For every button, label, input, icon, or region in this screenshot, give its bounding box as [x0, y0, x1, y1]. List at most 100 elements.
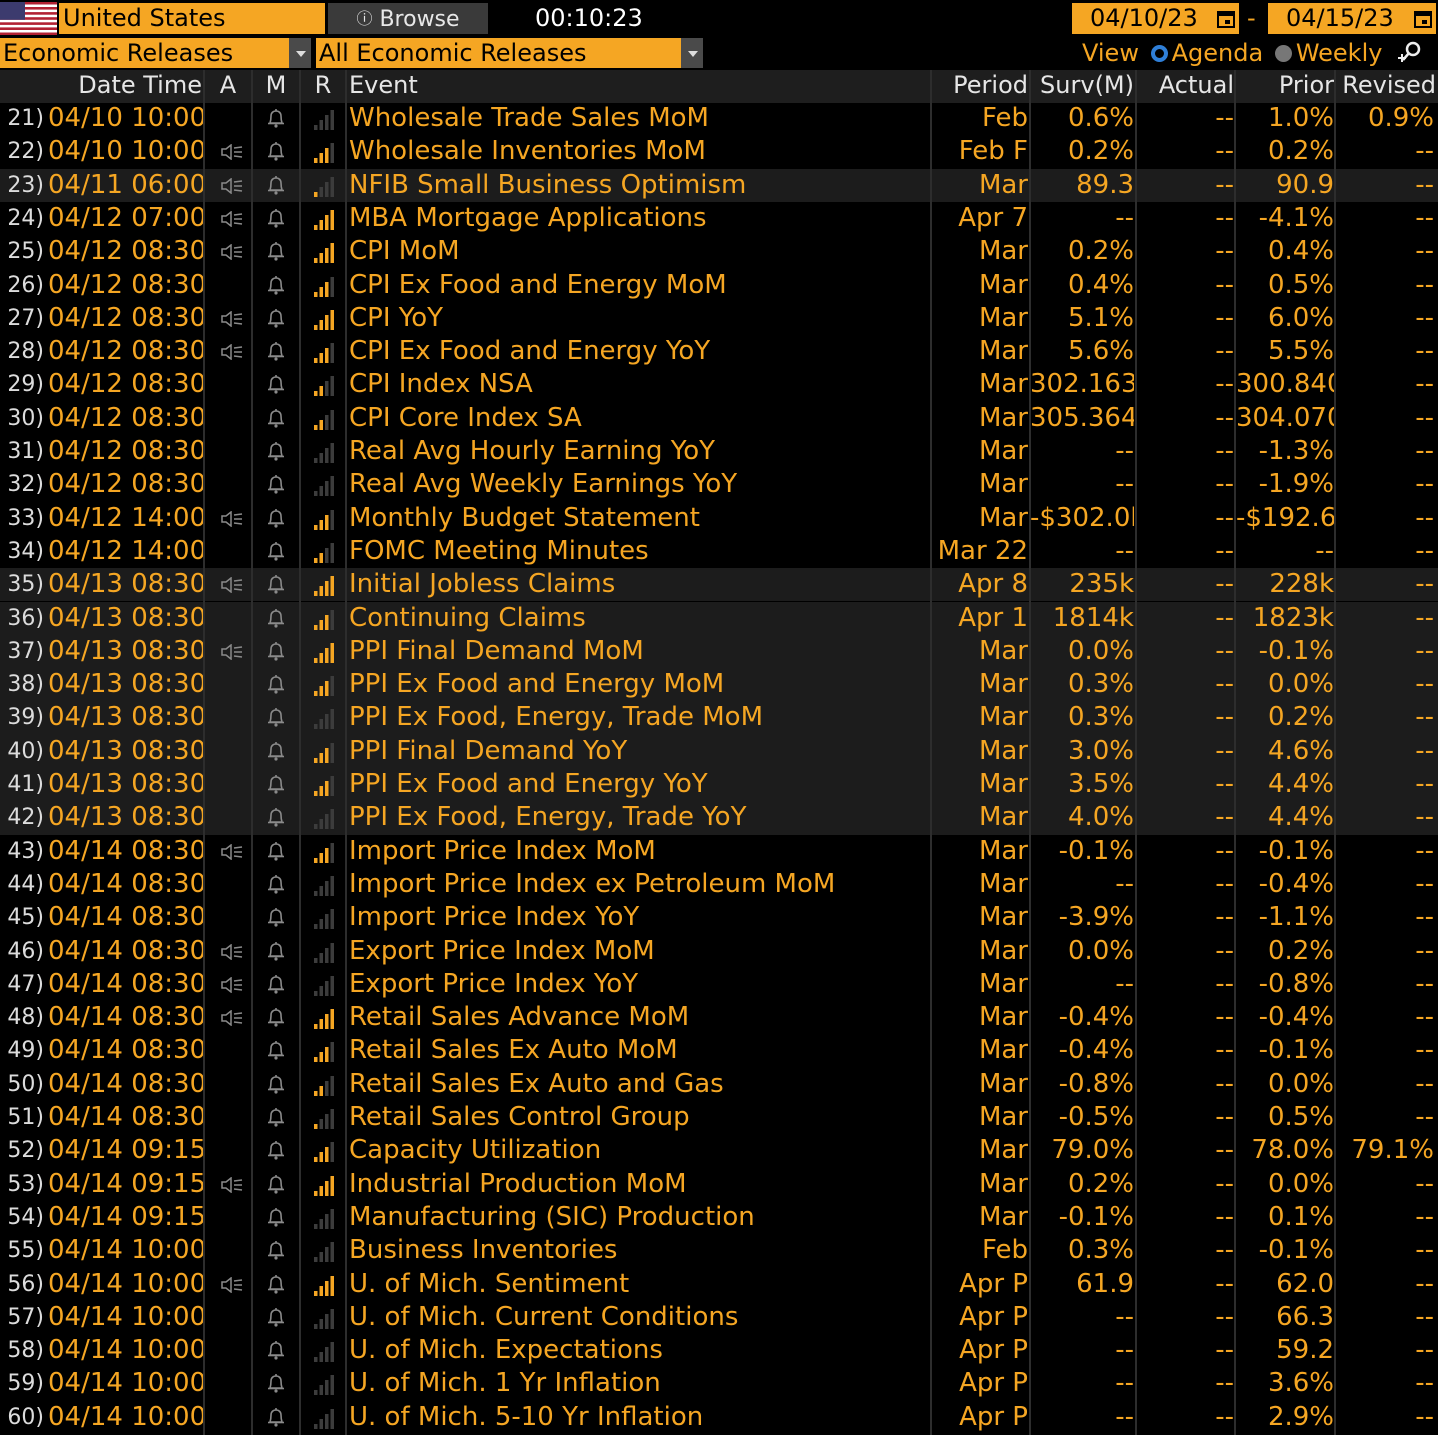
event-name[interactable]: CPI Ex Food and Energy YoY — [349, 335, 929, 368]
alert-cell[interactable] — [204, 102, 252, 135]
notify-cell[interactable] — [252, 901, 300, 934]
event-name[interactable]: Retail Sales Control Group — [349, 1101, 929, 1134]
table-row[interactable]: 32) 04/12 08:30 Real Avg Weekly Earnings Y… — [0, 468, 1438, 501]
table-row[interactable]: 39) 04/13 08:30 PPI Ex Food, Energy, Trade… — [0, 701, 1438, 735]
table-row[interactable]: 44) 04/14 08:30 Import Price Index ex Petr… — [0, 868, 1438, 901]
bell-icon[interactable] — [265, 1372, 287, 1394]
alert-cell[interactable] — [204, 1068, 252, 1101]
table-row[interactable]: 59) 04/14 10:00 U. of Mich. 1 Yr Inflation… — [0, 1367, 1438, 1400]
table-row[interactable]: 40) 04/13 08:30 PPI Final Demand YoY Mar 3.0… — [0, 734, 1438, 768]
speaker-icon[interactable] — [220, 344, 244, 361]
table-row[interactable]: 50) 04/14 08:30 Retail Sales Ex Auto and G… — [0, 1068, 1438, 1101]
alert-cell[interactable] — [204, 701, 252, 734]
event-name[interactable]: MBA Mortgage Applications — [349, 202, 929, 235]
alert-cell[interactable] — [204, 868, 252, 901]
notify-cell[interactable] — [252, 1367, 300, 1400]
event-name[interactable]: CPI YoY — [349, 302, 929, 335]
notify-cell[interactable] — [252, 868, 300, 901]
speaker-icon[interactable] — [220, 1276, 244, 1293]
event-name[interactable]: CPI Core Index SA — [349, 402, 929, 435]
event-name[interactable]: PPI Final Demand YoY — [349, 735, 929, 768]
table-row[interactable]: 54) 04/14 09:15 Manufacturing (SIC) Produc… — [0, 1201, 1438, 1234]
bell-icon[interactable] — [265, 1306, 287, 1328]
alert-cell[interactable] — [204, 1367, 252, 1400]
notify-cell[interactable] — [252, 468, 300, 501]
bell-icon[interactable] — [265, 1406, 287, 1428]
table-row[interactable]: 45) 04/14 08:30 Import Price Index YoY Mar -… — [0, 901, 1438, 934]
speaker-icon[interactable] — [220, 1176, 244, 1193]
notify-cell[interactable] — [252, 1234, 300, 1267]
browse-button[interactable]: ⓘ Browse — [328, 3, 488, 34]
bell-icon[interactable] — [265, 1139, 287, 1161]
bell-icon[interactable] — [265, 174, 287, 196]
table-row[interactable]: 58) 04/14 10:00 U. of Mich. Expectations Ap… — [0, 1334, 1438, 1367]
calendar-icon[interactable] — [1412, 8, 1434, 30]
alert-cell[interactable] — [204, 435, 252, 468]
table-row[interactable]: 38) 04/13 08:30 PPI Ex Food and Energy MoM… — [0, 668, 1438, 702]
event-name[interactable]: PPI Ex Food and Energy YoY — [349, 768, 929, 801]
notify-cell[interactable] — [252, 1268, 300, 1301]
notify-cell[interactable] — [252, 169, 300, 202]
table-row[interactable]: 56) 04/14 10:00 U. of Mich. Sentiment Apr P… — [0, 1268, 1438, 1301]
table-row[interactable]: 36) 04/13 08:30 Continuing Claims Apr 1 1814… — [0, 601, 1438, 635]
subcategory-dropdown[interactable]: All Economic Releases — [316, 38, 703, 68]
bell-icon[interactable] — [265, 740, 287, 762]
table-row[interactable]: 53) 04/14 09:15 Industrial Production MoM M… — [0, 1168, 1438, 1201]
category-dropdown[interactable]: Economic Releases — [0, 38, 311, 68]
alert-cell[interactable] — [204, 335, 252, 368]
table-row[interactable]: 34) 04/12 14:00 FOMC Meeting Minutes Mar 22… — [0, 535, 1438, 568]
bell-icon[interactable] — [265, 906, 287, 928]
table-row[interactable]: 27) 04/12 08:30 CPI YoY Mar 5.1% -- 6.0% -- — [0, 302, 1438, 335]
alert-cell[interactable] — [204, 535, 252, 568]
speaker-icon[interactable] — [220, 843, 244, 860]
event-name[interactable]: Export Price Index MoM — [349, 935, 929, 968]
table-row[interactable]: 49) 04/14 08:30 Retail Sales Ex Auto MoM Ma… — [0, 1034, 1438, 1067]
notify-cell[interactable] — [252, 202, 300, 235]
bell-icon[interactable] — [265, 473, 287, 495]
bell-icon[interactable] — [265, 1006, 287, 1028]
table-row[interactable]: 33) 04/12 14:00 Monthly Budget Statement Ma… — [0, 502, 1438, 535]
notify-cell[interactable] — [252, 935, 300, 968]
event-name[interactable]: Wholesale Inventories MoM — [349, 135, 929, 168]
bell-icon[interactable] — [265, 806, 287, 828]
notify-cell[interactable] — [252, 602, 300, 635]
event-name[interactable]: U. of Mich. Sentiment — [349, 1268, 929, 1301]
alert-cell[interactable] — [204, 169, 252, 202]
alert-cell[interactable] — [204, 968, 252, 1001]
notify-cell[interactable] — [252, 1001, 300, 1034]
bell-icon[interactable] — [265, 940, 287, 962]
notify-cell[interactable] — [252, 135, 300, 168]
alert-cell[interactable] — [204, 1101, 252, 1134]
col-prior[interactable]: Prior — [1236, 70, 1334, 103]
bell-icon[interactable] — [265, 1206, 287, 1228]
table-row[interactable]: 48) 04/14 08:30 Retail Sales Advance MoM Ma… — [0, 1001, 1438, 1034]
event-name[interactable]: Import Price Index MoM — [349, 835, 929, 868]
alert-cell[interactable] — [204, 402, 252, 435]
bell-icon[interactable] — [265, 640, 287, 662]
table-row[interactable]: 23) 04/11 06:00 NFIB Small Business Optimi… — [0, 168, 1438, 202]
col-event[interactable]: Event — [349, 70, 929, 103]
notify-cell[interactable] — [252, 435, 300, 468]
alert-cell[interactable] — [204, 768, 252, 801]
table-row[interactable]: 51) 04/14 08:30 Retail Sales Control Group… — [0, 1101, 1438, 1134]
table-row[interactable]: 55) 04/14 10:00 Business Inventories Feb 0.3… — [0, 1234, 1438, 1267]
notify-cell[interactable] — [252, 1168, 300, 1201]
event-name[interactable]: CPI Index NSA — [349, 368, 929, 401]
end-date-field[interactable]: 04/15/23 — [1268, 3, 1436, 34]
table-row[interactable]: 35) 04/13 08:30 Initial Jobless Claims Apr … — [0, 568, 1438, 602]
event-name[interactable]: Retail Sales Ex Auto and Gas — [349, 1068, 929, 1101]
event-name[interactable]: PPI Ex Food and Energy MoM — [349, 668, 929, 701]
notify-cell[interactable] — [252, 535, 300, 568]
alert-cell[interactable] — [204, 202, 252, 235]
start-date-field[interactable]: 04/10/23 — [1072, 3, 1239, 34]
bell-icon[interactable] — [265, 507, 287, 529]
alert-cell[interactable] — [204, 235, 252, 268]
bell-icon[interactable] — [265, 706, 287, 728]
notify-cell[interactable] — [252, 1068, 300, 1101]
speaker-icon[interactable] — [220, 1010, 244, 1027]
notify-cell[interactable] — [252, 402, 300, 435]
speaker-icon[interactable] — [220, 943, 244, 960]
table-row[interactable]: 31) 04/12 08:30 Real Avg Hourly Earning Yo… — [0, 435, 1438, 468]
col-a[interactable]: A — [204, 70, 252, 103]
table-row[interactable]: 29) 04/12 08:30 CPI Index NSA Mar 302.163 -- 3… — [0, 368, 1438, 401]
